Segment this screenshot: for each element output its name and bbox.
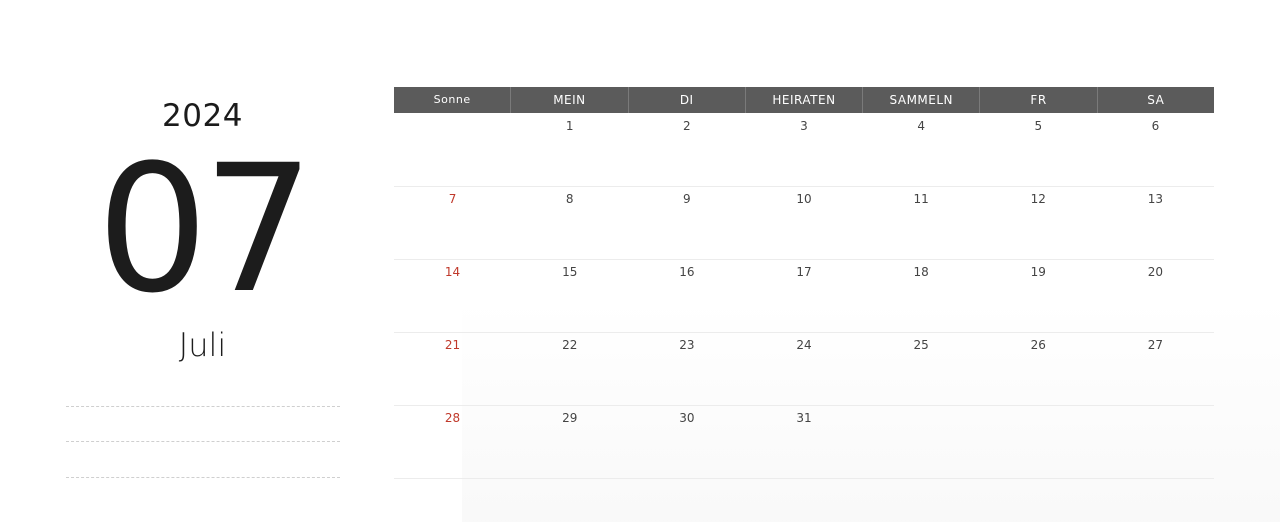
day-cell[interactable]: 9 (628, 186, 745, 259)
week-row: 14 15 16 17 18 19 20 (394, 259, 1214, 333)
day-cell[interactable]: 7 (394, 186, 511, 259)
day-cell[interactable]: 18 (863, 259, 980, 332)
day-cell[interactable]: 31 (745, 405, 862, 478)
day-cell[interactable] (1097, 405, 1214, 478)
day-cell[interactable]: 27 (1097, 332, 1214, 405)
weekday-header-wednesday: HEIRATEN (744, 87, 862, 113)
note-line[interactable] (66, 477, 340, 478)
day-cell[interactable]: 17 (745, 259, 862, 332)
day-cell[interactable]: 25 (863, 332, 980, 405)
weekday-header-sunday: Sonne (433, 93, 471, 106)
note-line[interactable] (66, 406, 340, 407)
weekday-header-tuesday: DI (627, 87, 745, 113)
day-cell[interactable] (863, 405, 980, 478)
day-cell[interactable] (394, 113, 511, 186)
day-cell[interactable]: 19 (980, 259, 1097, 332)
week-row: 28 29 30 31 (394, 405, 1214, 479)
day-cell[interactable]: 20 (1097, 259, 1214, 332)
month-summary-panel: 2024 07 Juli (60, 0, 345, 522)
day-cell[interactable]: 10 (745, 186, 862, 259)
weekday-header-saturday: SA (1096, 87, 1214, 113)
day-cell[interactable]: 12 (980, 186, 1097, 259)
day-cell[interactable]: 22 (511, 332, 628, 405)
day-cell[interactable]: 4 (863, 113, 980, 186)
day-cell[interactable]: 29 (511, 405, 628, 478)
month-number: 07 (96, 127, 315, 332)
week-row: 7 8 9 10 11 12 13 (394, 186, 1214, 260)
day-cell[interactable]: 14 (394, 259, 511, 332)
day-cell[interactable]: 30 (628, 405, 745, 478)
weekday-header-thursday: SAMMELN (862, 87, 979, 113)
day-cell[interactable]: 5 (980, 113, 1097, 186)
day-cell[interactable] (980, 405, 1097, 478)
day-cell[interactable]: 26 (980, 332, 1097, 405)
note-line[interactable] (66, 441, 340, 442)
weekday-header-monday: MEIN (510, 87, 627, 113)
month-name: Juli (178, 326, 227, 364)
day-cell[interactable]: 2 (628, 113, 745, 186)
day-cell[interactable]: 3 (745, 113, 862, 186)
day-cell[interactable]: 8 (511, 186, 628, 259)
weekday-header-row: Sonne MEIN DI HEIRATEN SAMMELN FR SA (394, 87, 1214, 113)
day-cell[interactable]: 24 (745, 332, 862, 405)
day-cell[interactable]: 6 (1097, 113, 1214, 186)
weekday-header-friday: FR (979, 87, 1096, 113)
day-cell[interactable]: 21 (394, 332, 511, 405)
calendar-grid: Sonne MEIN DI HEIRATEN SAMMELN FR SA 1 2… (394, 87, 1214, 479)
day-cell[interactable]: 1 (511, 113, 628, 186)
day-cell[interactable]: 15 (511, 259, 628, 332)
day-cell[interactable]: 16 (628, 259, 745, 332)
week-row: 1 2 3 4 5 6 (394, 113, 1214, 187)
day-cell[interactable]: 11 (863, 186, 980, 259)
week-row: 21 22 23 24 25 26 27 (394, 332, 1214, 406)
day-cell[interactable]: 13 (1097, 186, 1214, 259)
day-cell[interactable]: 23 (628, 332, 745, 405)
day-cell[interactable]: 28 (394, 405, 511, 478)
